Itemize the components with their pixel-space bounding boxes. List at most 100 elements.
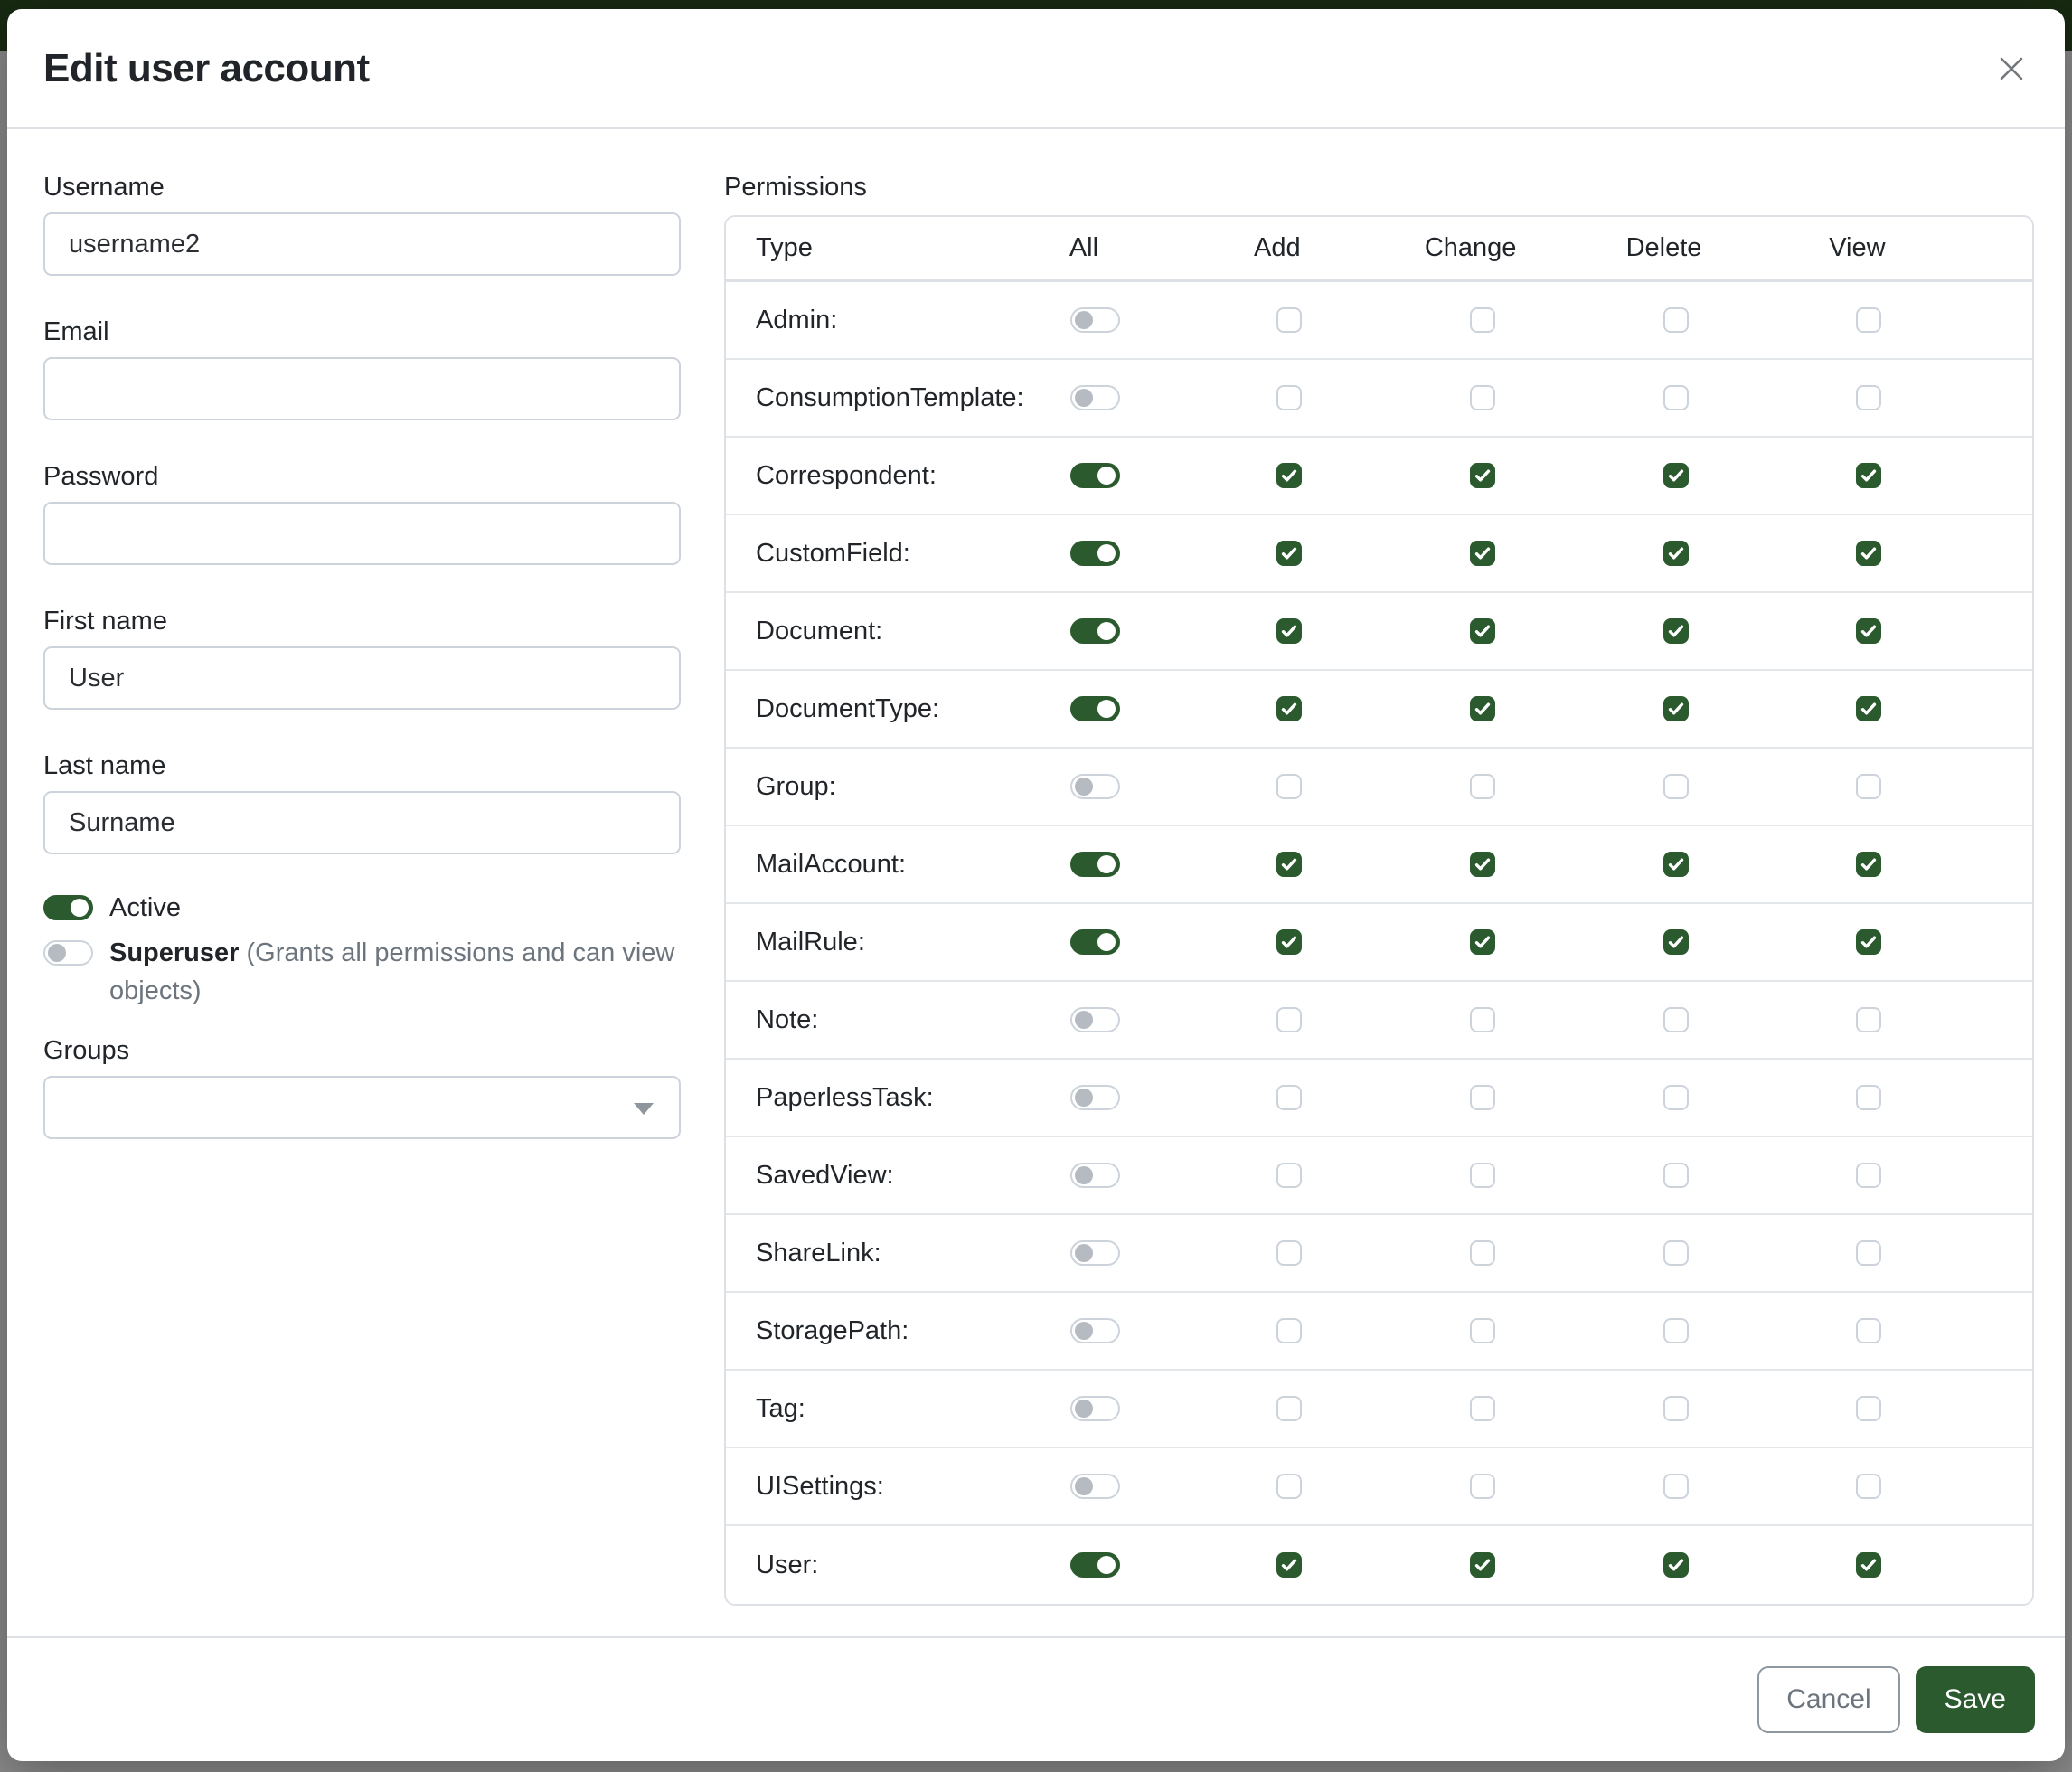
permission-view-checkbox[interactable]: [1856, 1163, 1881, 1188]
groups-select[interactable]: [43, 1076, 681, 1139]
permission-delete-checkbox[interactable]: [1663, 1085, 1689, 1110]
permission-change-checkbox[interactable]: [1470, 1552, 1495, 1578]
permission-view-checkbox[interactable]: [1856, 1552, 1881, 1578]
permission-delete-checkbox[interactable]: [1663, 1396, 1689, 1421]
permission-all-toggle[interactable]: [1070, 307, 1120, 333]
permission-all-toggle[interactable]: [1070, 1163, 1120, 1188]
permission-change-checkbox[interactable]: [1470, 618, 1495, 644]
permission-change-checkbox[interactable]: [1470, 385, 1495, 410]
permission-view-checkbox[interactable]: [1856, 1085, 1881, 1110]
permission-all-toggle[interactable]: [1070, 1396, 1120, 1421]
permission-delete-checkbox[interactable]: [1663, 774, 1689, 799]
permission-delete-checkbox[interactable]: [1663, 618, 1689, 644]
permission-delete-checkbox[interactable]: [1663, 463, 1689, 488]
active-toggle[interactable]: [43, 895, 93, 920]
email-input[interactable]: [43, 357, 681, 420]
permission-all-toggle[interactable]: [1070, 618, 1120, 644]
permission-delete-checkbox[interactable]: [1663, 1474, 1689, 1499]
permission-view-checkbox[interactable]: [1856, 1474, 1881, 1499]
permission-add-checkbox[interactable]: [1276, 1240, 1302, 1266]
permission-delete-checkbox[interactable]: [1663, 1007, 1689, 1032]
permission-delete-checkbox[interactable]: [1663, 852, 1689, 877]
permission-all-toggle[interactable]: [1070, 1240, 1120, 1266]
password-input[interactable]: [43, 502, 681, 565]
permission-change-checkbox[interactable]: [1470, 541, 1495, 566]
permission-change-checkbox[interactable]: [1470, 307, 1495, 333]
permission-all-toggle[interactable]: [1070, 1474, 1120, 1499]
last-name-input[interactable]: [43, 791, 681, 854]
permission-view-checkbox[interactable]: [1856, 929, 1881, 955]
permission-change-checkbox[interactable]: [1470, 1085, 1495, 1110]
permission-delete-checkbox[interactable]: [1663, 1318, 1689, 1343]
permission-add-checkbox[interactable]: [1276, 774, 1302, 799]
permission-view-checkbox[interactable]: [1856, 696, 1881, 721]
permission-delete-checkbox[interactable]: [1663, 696, 1689, 721]
permission-all-toggle[interactable]: [1070, 385, 1120, 410]
permission-all-toggle[interactable]: [1070, 541, 1120, 566]
close-button[interactable]: [1989, 46, 2034, 91]
permission-change-checkbox[interactable]: [1470, 1007, 1495, 1032]
permission-add-checkbox[interactable]: [1276, 541, 1302, 566]
permission-all-toggle[interactable]: [1070, 696, 1120, 721]
permission-view-checkbox[interactable]: [1856, 852, 1881, 877]
permission-delete-checkbox[interactable]: [1663, 929, 1689, 955]
permission-row: MailRule:: [726, 904, 2032, 982]
permission-change-checkbox[interactable]: [1470, 852, 1495, 877]
permission-add-checkbox[interactable]: [1276, 385, 1302, 410]
permission-delete-checkbox[interactable]: [1663, 307, 1689, 333]
permission-add-checkbox[interactable]: [1276, 1318, 1302, 1343]
first-name-input[interactable]: [43, 646, 681, 710]
superuser-toggle[interactable]: [43, 940, 93, 966]
permission-change-checkbox[interactable]: [1470, 463, 1495, 488]
permission-change-checkbox[interactable]: [1470, 774, 1495, 799]
permission-view-checkbox[interactable]: [1856, 1318, 1881, 1343]
permission-add-checkbox[interactable]: [1276, 696, 1302, 721]
permission-change-checkbox[interactable]: [1470, 1163, 1495, 1188]
permission-change-checkbox[interactable]: [1470, 929, 1495, 955]
permission-add-checkbox[interactable]: [1276, 1396, 1302, 1421]
save-button[interactable]: Save: [1916, 1666, 2035, 1733]
permission-delete-checkbox[interactable]: [1663, 1163, 1689, 1188]
permission-all-toggle[interactable]: [1070, 463, 1120, 488]
permission-add-checkbox[interactable]: [1276, 1474, 1302, 1499]
permission-change-checkbox[interactable]: [1470, 696, 1495, 721]
permission-all-toggle[interactable]: [1070, 774, 1120, 799]
permission-view-checkbox[interactable]: [1856, 618, 1881, 644]
permission-delete-checkbox[interactable]: [1663, 1240, 1689, 1266]
permission-view-checkbox[interactable]: [1856, 463, 1881, 488]
permission-type-label: MailRule:: [726, 928, 987, 957]
permission-view-checkbox[interactable]: [1856, 1240, 1881, 1266]
permission-change-checkbox[interactable]: [1470, 1474, 1495, 1499]
permission-delete-checkbox[interactable]: [1663, 385, 1689, 410]
permission-change-checkbox[interactable]: [1470, 1240, 1495, 1266]
permission-all-toggle[interactable]: [1070, 929, 1120, 955]
permission-view-checkbox[interactable]: [1856, 774, 1881, 799]
toggle-knob: [1075, 1477, 1093, 1495]
permission-add-checkbox[interactable]: [1276, 852, 1302, 877]
permission-add-checkbox[interactable]: [1276, 1007, 1302, 1032]
column-header-add: Add: [1181, 233, 1374, 263]
permission-add-checkbox[interactable]: [1276, 1163, 1302, 1188]
permission-all-toggle[interactable]: [1070, 852, 1120, 877]
permission-view-checkbox[interactable]: [1856, 1396, 1881, 1421]
permission-add-checkbox[interactable]: [1276, 929, 1302, 955]
permission-view-checkbox[interactable]: [1856, 541, 1881, 566]
permission-add-checkbox[interactable]: [1276, 1552, 1302, 1578]
permission-view-checkbox[interactable]: [1856, 307, 1881, 333]
username-input[interactable]: [43, 212, 681, 276]
permission-add-checkbox[interactable]: [1276, 618, 1302, 644]
permission-all-toggle[interactable]: [1070, 1085, 1120, 1110]
cancel-button[interactable]: Cancel: [1757, 1666, 1899, 1733]
permission-change-checkbox[interactable]: [1470, 1318, 1495, 1343]
permission-all-toggle[interactable]: [1070, 1552, 1120, 1578]
permission-delete-checkbox[interactable]: [1663, 1552, 1689, 1578]
permission-change-checkbox[interactable]: [1470, 1396, 1495, 1421]
permission-all-toggle[interactable]: [1070, 1007, 1120, 1032]
permission-add-checkbox[interactable]: [1276, 1085, 1302, 1110]
permission-delete-checkbox[interactable]: [1663, 541, 1689, 566]
permission-all-toggle[interactable]: [1070, 1318, 1120, 1343]
permission-view-checkbox[interactable]: [1856, 385, 1881, 410]
permission-view-checkbox[interactable]: [1856, 1007, 1881, 1032]
permission-add-checkbox[interactable]: [1276, 307, 1302, 333]
permission-add-checkbox[interactable]: [1276, 463, 1302, 488]
